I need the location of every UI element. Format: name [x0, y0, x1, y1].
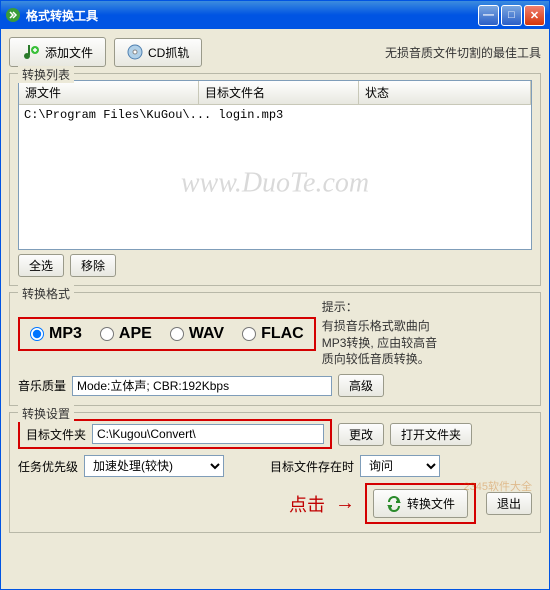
- col-source[interactable]: 源文件: [19, 81, 199, 105]
- dest-label: 目标文件夹: [26, 426, 86, 443]
- app-icon: [5, 7, 21, 23]
- maximize-button[interactable]: □: [501, 5, 522, 26]
- convert-highlight-box: 转换文件: [365, 483, 476, 524]
- settings-fieldset: 转换设置 目标文件夹 更改 打开文件夹 任务优先级 加速处理(较快) 目标文件存…: [9, 412, 541, 533]
- convert-icon: [386, 496, 402, 512]
- priority-label: 任务优先级: [18, 458, 78, 475]
- convert-label: 转换文件: [407, 495, 455, 512]
- annotation-text: 点击: [289, 491, 325, 517]
- cd-grab-label: CD抓轨: [148, 44, 189, 61]
- watermark-text: www.DuoTe.com: [181, 167, 369, 199]
- conflict-label: 目标文件存在时: [270, 458, 354, 475]
- hint-title: 提示：: [322, 299, 442, 316]
- radio-mp3-input[interactable]: [30, 327, 44, 341]
- file-list[interactable]: 源文件 目标文件名 状态 C:\Program Files\KuGou\... …: [18, 80, 532, 250]
- music-add-icon: [22, 43, 40, 61]
- list-header: 源文件 目标文件名 状态: [19, 81, 531, 105]
- format-fieldset: 转换格式 MP3 APE WAV FLAC 提示： 有损音乐格式歌曲向MP3转换…: [9, 292, 541, 406]
- open-folder-button[interactable]: 打开文件夹: [390, 423, 472, 446]
- list-row[interactable]: C:\Program Files\KuGou\... login.mp3: [24, 108, 526, 122]
- priority-select[interactable]: 加速处理(较快): [84, 455, 224, 477]
- select-all-button[interactable]: 全选: [18, 254, 64, 277]
- format-radios: MP3 APE WAV FLAC: [18, 317, 316, 351]
- format-hint: 提示： 有损音乐格式歌曲向MP3转换, 应由较高音质向较低音质转换。: [322, 299, 442, 368]
- list-rows[interactable]: C:\Program Files\KuGou\... login.mp3 www…: [19, 105, 531, 249]
- minimize-button[interactable]: —: [478, 5, 499, 26]
- radio-wav-input[interactable]: [170, 327, 184, 341]
- radio-mp3[interactable]: MP3: [30, 325, 82, 343]
- hint-body: 有损音乐格式歌曲向MP3转换, 应由较高音质向较低音质转换。: [322, 319, 437, 367]
- add-files-button[interactable]: 添加文件: [9, 37, 106, 67]
- convert-list-legend: 转换列表: [18, 66, 74, 83]
- exit-button[interactable]: 退出: [486, 492, 532, 515]
- cd-icon: [127, 44, 143, 60]
- slogan-text: 无损音质文件切割的最佳工具: [385, 44, 541, 61]
- radio-flac[interactable]: FLAC: [242, 325, 304, 343]
- change-button[interactable]: 更改: [338, 423, 384, 446]
- advanced-button[interactable]: 高级: [338, 374, 384, 397]
- arrow-icon: →: [335, 492, 355, 515]
- window-title: 格式转换工具: [26, 7, 478, 24]
- close-button[interactable]: ✕: [524, 5, 545, 26]
- titlebar: 格式转换工具 — □ ✕: [1, 1, 549, 29]
- conflict-select[interactable]: 询问: [360, 455, 440, 477]
- radio-ape[interactable]: APE: [100, 325, 152, 343]
- convert-button[interactable]: 转换文件: [373, 489, 468, 518]
- dest-folder-box: 目标文件夹: [18, 419, 332, 449]
- app-window: 格式转换工具 — □ ✕ 添加文件 CD抓轨 无损音质文件切割的最佳工具: [0, 0, 550, 590]
- settings-legend: 转换设置: [18, 405, 74, 422]
- radio-ape-input[interactable]: [100, 327, 114, 341]
- convert-list-fieldset: 转换列表 源文件 目标文件名 状态 C:\Program Files\KuGou…: [9, 73, 541, 286]
- dest-input[interactable]: [92, 424, 324, 444]
- cd-grab-button[interactable]: CD抓轨: [114, 38, 202, 67]
- quality-label: 音乐质量: [18, 377, 66, 394]
- col-target[interactable]: 目标文件名: [199, 81, 359, 105]
- remove-button[interactable]: 移除: [70, 254, 116, 277]
- col-status[interactable]: 状态: [359, 81, 531, 105]
- format-legend: 转换格式: [18, 285, 74, 302]
- radio-wav[interactable]: WAV: [170, 325, 224, 343]
- add-files-label: 添加文件: [45, 44, 93, 61]
- radio-flac-input[interactable]: [242, 327, 256, 341]
- quality-input[interactable]: [72, 376, 332, 396]
